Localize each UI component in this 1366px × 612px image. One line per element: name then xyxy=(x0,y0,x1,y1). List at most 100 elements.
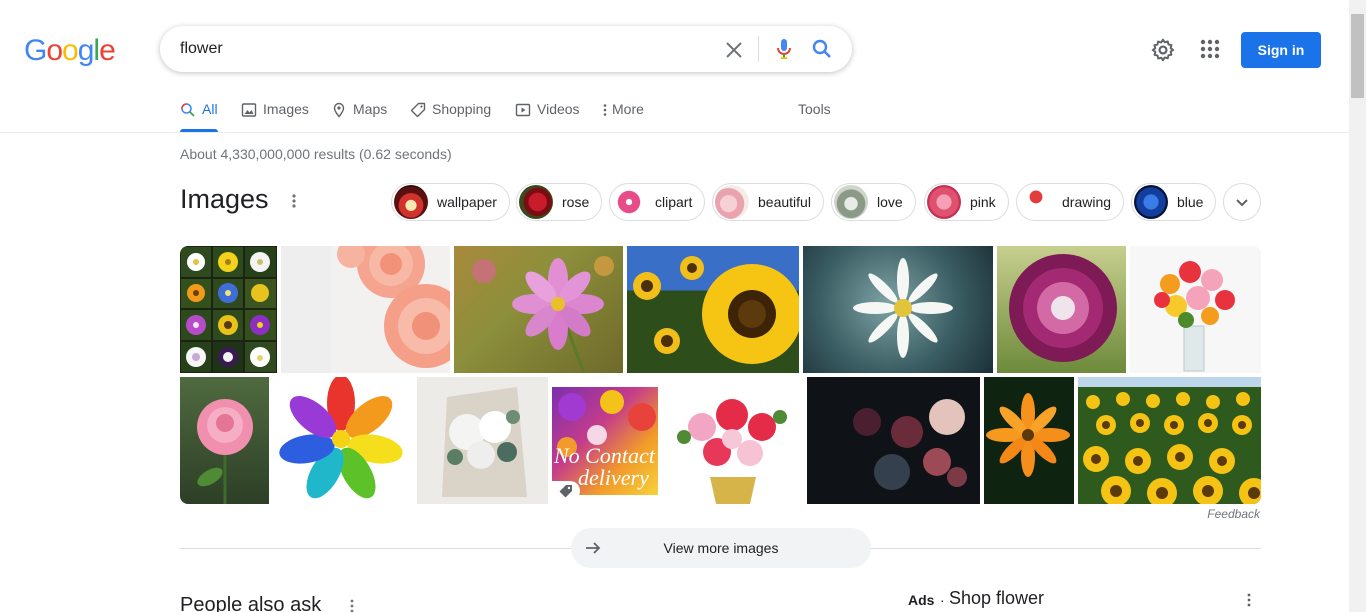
chip-label: drawing xyxy=(1062,194,1112,210)
search-icon xyxy=(181,103,195,117)
tab-label: Maps xyxy=(353,101,388,117)
map-pin-icon xyxy=(333,102,345,118)
logo-letter: o xyxy=(46,34,63,67)
chip-pink[interactable]: pink xyxy=(924,183,1009,221)
search-icon[interactable] xyxy=(810,37,834,61)
sunflower-image xyxy=(633,256,799,364)
image-result[interactable] xyxy=(273,377,413,504)
search-divider xyxy=(758,36,759,62)
logo-letter: g xyxy=(77,34,95,67)
tab-images[interactable]: Images xyxy=(241,96,309,132)
chip-clipart[interactable]: clipart xyxy=(609,183,706,221)
image-result[interactable] xyxy=(417,377,548,504)
chip-thumbnail xyxy=(927,185,961,219)
ranunculus-image xyxy=(337,246,450,368)
kebab-icon[interactable] xyxy=(346,598,358,612)
image-result[interactable] xyxy=(180,246,277,373)
image-result[interactable] xyxy=(662,377,803,504)
red-pink-arrangement-image xyxy=(677,399,787,504)
images-section-title: Images xyxy=(180,184,269,214)
tab-all[interactable]: All xyxy=(180,96,218,132)
pink-rose-image xyxy=(197,399,253,504)
logo-letter: G xyxy=(24,34,47,67)
view-more-label: View more images xyxy=(663,540,779,556)
play-icon xyxy=(515,103,531,117)
tab-videos[interactable]: Videos xyxy=(515,96,580,132)
promo-text-line: delivery xyxy=(578,465,649,490)
ads-label: Ads xyxy=(908,592,935,608)
image-result[interactable] xyxy=(180,377,269,504)
scrollbar-thumb[interactable] xyxy=(1351,14,1364,98)
image-result[interactable] xyxy=(984,377,1074,504)
chip-thumbnail xyxy=(519,185,553,219)
scrollbar[interactable] xyxy=(1349,0,1366,612)
chip-rose[interactable]: rose xyxy=(516,183,603,221)
chip-label: love xyxy=(877,194,903,210)
dark-roses-image xyxy=(853,399,967,490)
tab-label: Tools xyxy=(798,101,831,117)
dahlia-image xyxy=(1009,254,1117,362)
image-result[interactable] xyxy=(281,246,450,373)
product-tag-badge[interactable] xyxy=(552,481,580,501)
tab-maps[interactable]: Maps xyxy=(331,96,387,132)
chip-thumbnail xyxy=(612,185,646,219)
apps-grid-icon[interactable] xyxy=(1198,37,1222,61)
kebab-icon xyxy=(603,104,607,116)
tab-label: Images xyxy=(263,101,309,117)
ads-title: Shop flower xyxy=(949,588,1045,608)
chip-drawing[interactable]: drawing xyxy=(1016,183,1125,221)
tab-more[interactable]: More xyxy=(600,96,644,132)
daisy-image xyxy=(853,258,953,358)
chip-label: wallpaper xyxy=(437,194,497,210)
tab-label: More xyxy=(612,101,644,117)
ads-separator: · xyxy=(940,592,945,608)
sign-in-button[interactable]: Sign in xyxy=(1241,32,1321,68)
google-logo[interactable]: Google xyxy=(24,34,116,68)
gerbera-bouquet-image xyxy=(1154,261,1235,372)
tag-icon xyxy=(410,102,426,118)
image-result[interactable] xyxy=(997,246,1126,373)
tab-shopping[interactable]: Shopping xyxy=(410,96,491,132)
clear-icon[interactable] xyxy=(722,38,746,62)
chip-love[interactable]: love xyxy=(831,183,916,221)
microphone-icon[interactable] xyxy=(772,37,796,61)
image-result[interactable] xyxy=(1130,246,1261,373)
search-box xyxy=(160,26,852,72)
image-result[interactable] xyxy=(803,246,993,373)
orange-flower-image xyxy=(986,393,1070,477)
chip-label: beautiful xyxy=(758,194,811,210)
tab-label: Shopping xyxy=(432,101,492,117)
image-result[interactable] xyxy=(627,246,799,373)
logo-letter: o xyxy=(62,34,79,67)
delivery-promo-image: No Contact delivery xyxy=(552,387,658,495)
chip-blue[interactable]: blue xyxy=(1131,183,1217,221)
search-input[interactable] xyxy=(180,38,700,60)
kebab-icon[interactable] xyxy=(286,192,302,210)
image-result[interactable] xyxy=(1078,377,1261,504)
gear-icon[interactable] xyxy=(1150,37,1176,63)
view-more-images-button[interactable]: View more images xyxy=(571,528,871,568)
chip-thumbnail xyxy=(1134,185,1168,219)
chip-thumbnail xyxy=(1019,185,1053,219)
chip-thumbnail xyxy=(394,185,428,219)
chip-beautiful[interactable]: beautiful xyxy=(712,183,824,221)
image-result[interactable] xyxy=(807,377,980,504)
result-stats: About 4,330,000,000 results (0.62 second… xyxy=(180,146,452,162)
image-result[interactable]: No Contact delivery xyxy=(552,377,658,504)
chip-wallpaper[interactable]: wallpaper xyxy=(391,183,510,221)
feedback-link[interactable]: Feedback xyxy=(1207,507,1260,521)
chips-expand-button[interactable] xyxy=(1223,183,1261,221)
people-also-ask-title: People also ask xyxy=(180,594,322,612)
tag-icon xyxy=(559,485,572,498)
chip-label: blue xyxy=(1177,194,1204,210)
sunflower-field-image xyxy=(1083,392,1261,504)
white-bouquet-image xyxy=(442,387,527,497)
chip-thumbnail xyxy=(834,185,868,219)
tab-label: Videos xyxy=(537,101,580,117)
kebab-icon[interactable] xyxy=(1243,592,1255,608)
chip-label: rose xyxy=(562,194,590,210)
tabs-divider xyxy=(0,132,1349,133)
image-result[interactable] xyxy=(454,246,623,373)
tab-tools[interactable]: Tools xyxy=(798,96,831,132)
image-grid: No Contact delivery xyxy=(180,246,1261,504)
